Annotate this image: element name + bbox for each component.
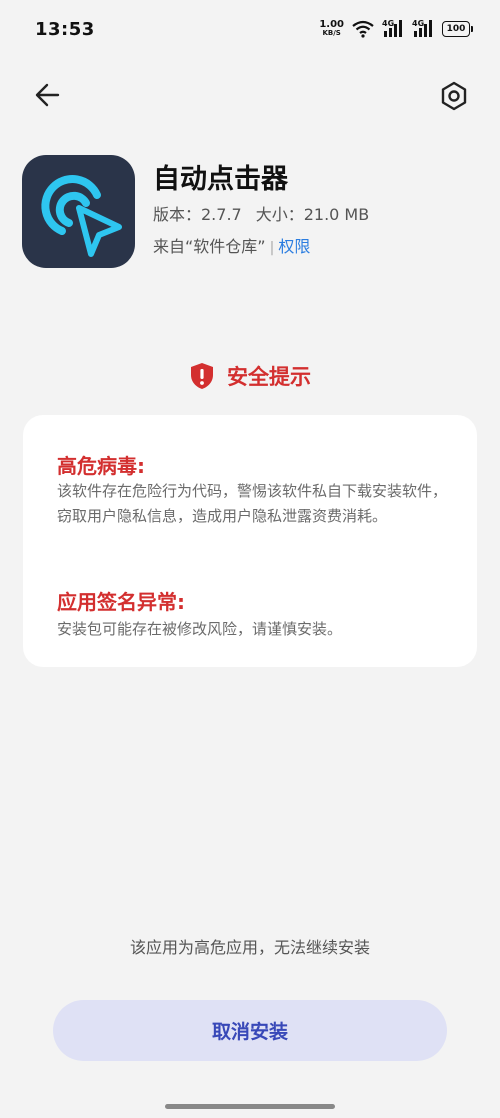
permissions-link[interactable]: 权限 [278,237,310,256]
auto-clicker-app-icon [22,155,135,268]
sim1-signal: 4G [382,19,404,38]
app-name: 自动点击器 [153,164,288,195]
signal-icon [414,20,432,37]
warning-card: 高危病毒: 该软件存在危险行为代码，警惕该软件私自下载安装软件，窃取用户隐私信息… [23,415,477,667]
top-navigation [0,72,500,118]
warning-title-signature: 应用签名异常: [57,590,185,614]
arrow-left-icon[interactable] [28,80,68,110]
battery-icon: 100 [442,21,473,37]
source-divider: | [269,240,275,256]
app-header: 自动点击器 版本：2.7.7 大小：21.0 MB 来自“软件仓库” | 权限 [22,155,478,270]
warning-title-virus: 高危病毒: [57,454,145,478]
app-meta: 版本：2.7.7 大小：21.0 MB [153,201,369,225]
app-source: 来自“软件仓库” [153,237,266,256]
status-icons: 1.00 KB/S 4G 4G 100 [319,19,473,38]
gear-icon[interactable] [436,78,472,114]
security-heading: 安全提示 [0,361,500,391]
install-blocked-note: 该应用为高危应用，无法继续安装 [129,938,370,957]
status-time: 13:53 [35,19,95,40]
app-source-line: 来自“软件仓库” | 权限 [153,233,310,257]
security-heading-text: 安全提示 [227,365,311,389]
status-bar: 13:53 1.00 KB/S 4G 4G 100 [0,0,500,60]
sim2-signal: 4G [412,19,434,38]
cancel-install-button[interactable]: 取消安装 [53,1000,447,1061]
home-indicator[interactable] [165,1104,335,1109]
signal-icon [384,20,402,37]
network-speed-value: 1.00 [319,19,344,30]
battery-level: 100 [446,24,466,34]
network-speed: 1.00 KB/S [319,20,344,38]
app-size: 大小：21.0 MB [255,205,370,224]
wifi-icon [352,20,374,38]
app-version: 版本：2.7.7 [153,205,242,224]
warning-desc-signature: 安装包可能存在被修改风险，请谨慎安装。 [57,620,343,638]
warning-desc-virus: 该软件存在危险行为代码，警惕该软件私自下载安装软件，窃取用户隐私信息，造成用户隐… [57,482,448,525]
shield-warning-icon [191,363,213,389]
network-speed-unit: KB/S [322,29,341,37]
